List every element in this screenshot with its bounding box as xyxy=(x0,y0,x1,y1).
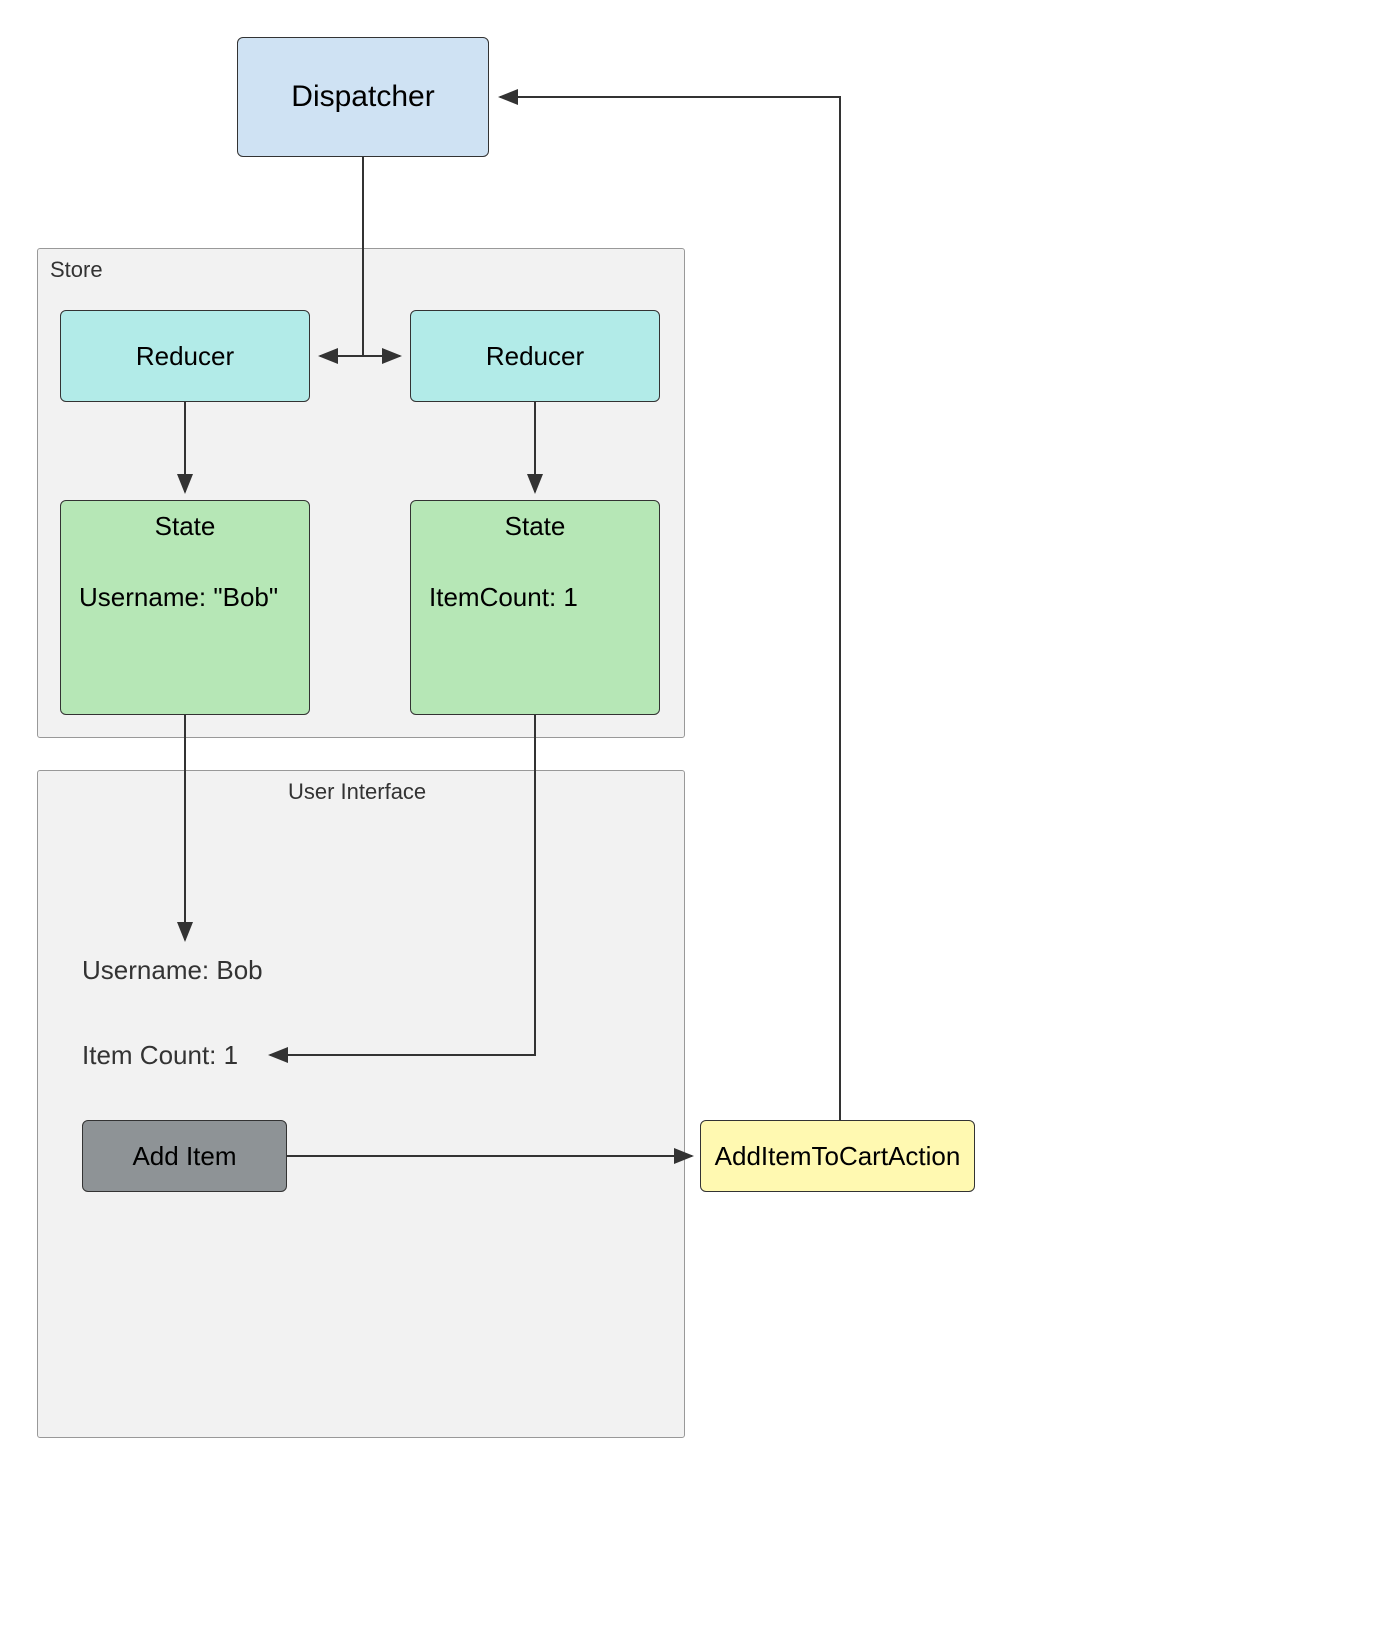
state-1-title: State xyxy=(61,511,309,542)
ui-label: User Interface xyxy=(288,779,426,805)
state-1-content: Username: "Bob" xyxy=(79,582,309,613)
reducer-1-label: Reducer xyxy=(136,341,234,372)
ui-username-text: Username: Bob xyxy=(82,955,263,986)
action-node: AddItemToCartAction xyxy=(700,1120,975,1192)
reducer-node-2: Reducer xyxy=(410,310,660,402)
reducer-2-label: Reducer xyxy=(486,341,584,372)
action-label: AddItemToCartAction xyxy=(715,1141,961,1172)
add-item-label: Add Item xyxy=(132,1141,236,1172)
dispatcher-label: Dispatcher xyxy=(291,80,434,114)
add-item-button[interactable]: Add Item xyxy=(82,1120,287,1192)
dispatcher-node: Dispatcher xyxy=(237,37,489,157)
diagram-canvas: Dispatcher Store Reducer Reducer State U… xyxy=(0,0,1380,1640)
state-node-2: State ItemCount: 1 xyxy=(410,500,660,715)
store-label: Store xyxy=(50,257,103,283)
state-2-content: ItemCount: 1 xyxy=(429,582,659,613)
ui-container: User Interface xyxy=(37,770,685,1438)
state-node-1: State Username: "Bob" xyxy=(60,500,310,715)
state-2-title: State xyxy=(411,511,659,542)
reducer-node-1: Reducer xyxy=(60,310,310,402)
ui-itemcount-text: Item Count: 1 xyxy=(82,1040,238,1071)
